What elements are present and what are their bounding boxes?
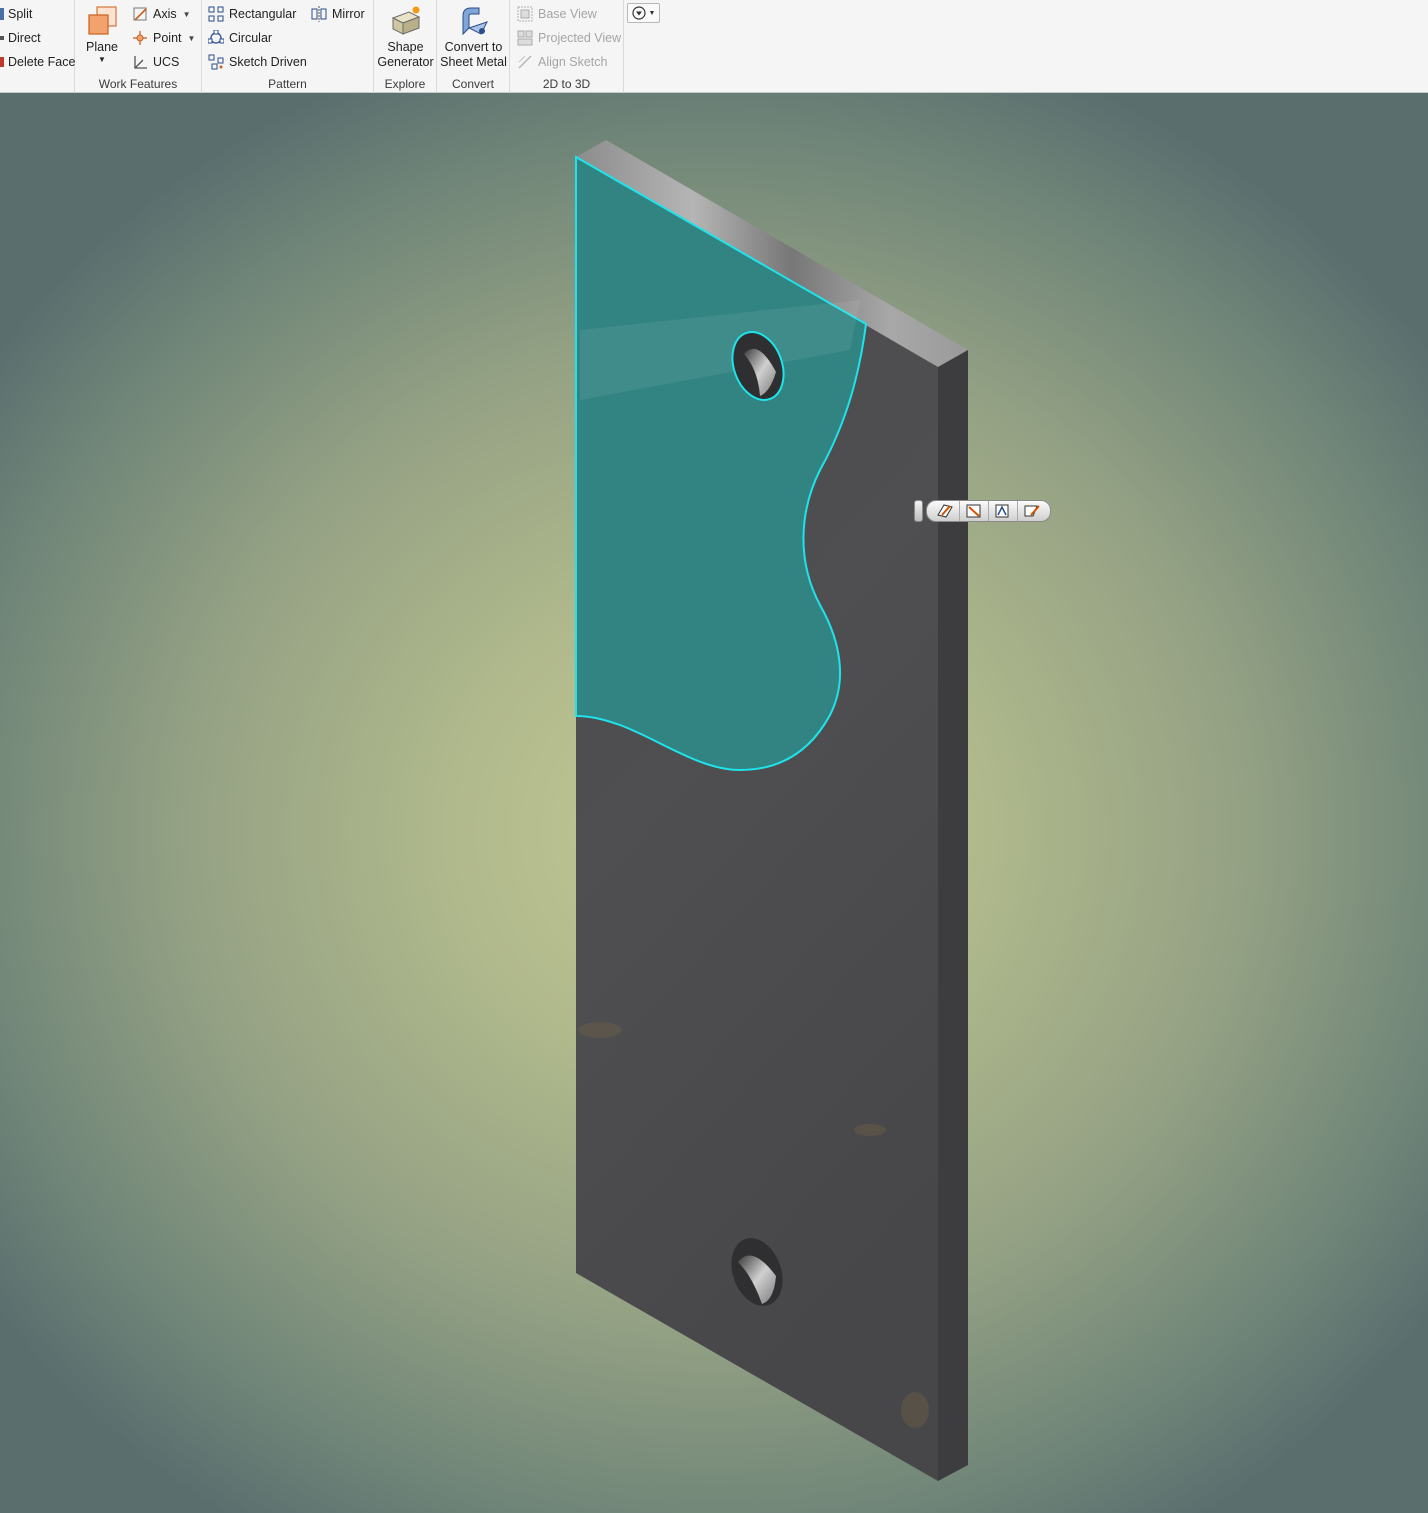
circle-chevron-down-icon: [631, 6, 646, 20]
selected-face-region[interactable]: [575, 155, 868, 772]
base-view-label: Base View: [538, 7, 597, 21]
split-icon: [0, 8, 4, 20]
plane-label: Plane: [86, 40, 118, 54]
align-sketch-label: Align Sketch: [538, 55, 608, 69]
chevron-down-icon: ▼: [648, 9, 656, 17]
convert-to-sheet-metal-button[interactable]: Convert to Sheet Metal: [439, 2, 508, 70]
edit-feature-icon: [995, 504, 1009, 518]
sketch-edit-button[interactable]: [1018, 501, 1046, 521]
panel-explore: Shape Generator Explore: [374, 0, 437, 93]
convert-label-line2: Sheet Metal: [440, 55, 507, 69]
panel-title-pattern: Pattern: [268, 77, 307, 91]
sketch-edit-icon: [1024, 505, 1040, 517]
panel-title-convert: Convert: [451, 77, 495, 91]
delete-face-button[interactable]: Delete Face: [0, 52, 75, 72]
circular-label: Circular: [229, 31, 273, 45]
mini-toolbar: [914, 500, 1051, 522]
convert-to-sheet-metal-icon: [457, 4, 491, 38]
circular-pattern-icon: [207, 29, 225, 46]
align-sketch-icon: [517, 54, 533, 70]
panel-modify: Split Direct Delete Face: [0, 0, 75, 93]
plane-icon: [85, 4, 119, 38]
point-label: Point: [153, 31, 182, 45]
ucs-icon: [132, 54, 148, 70]
point-button[interactable]: Point ▼: [132, 28, 195, 48]
axis-icon: [132, 6, 148, 22]
direct-label: Direct: [8, 31, 41, 45]
sketch-driven-pattern-button[interactable]: Sketch Driven: [208, 52, 307, 72]
shape-generator-button[interactable]: Shape Generator: [376, 2, 435, 70]
mirror-label: Mirror: [332, 7, 365, 21]
ucs-button[interactable]: UCS: [132, 52, 179, 72]
convert-label-line1: Convert to: [444, 40, 503, 54]
point-icon: [132, 30, 148, 46]
point-dropdown-icon[interactable]: ▼: [188, 34, 196, 43]
sketch-driven-label: Sketch Driven: [229, 55, 307, 69]
direct-button[interactable]: Direct: [0, 28, 41, 48]
split-button[interactable]: Split: [0, 4, 32, 24]
panel-title-work-features: Work Features: [98, 77, 178, 91]
surface-texture: [578, 1022, 622, 1038]
projected-view-label: Projected View: [538, 31, 622, 45]
panel-title-2d-to-3d: 2D to 3D: [542, 77, 591, 91]
plane-dropdown-icon[interactable]: ▼: [81, 55, 123, 65]
delete-face-icon: [0, 57, 4, 67]
axis-label: Axis: [153, 7, 177, 21]
plane-button[interactable]: Plane ▼: [81, 2, 123, 65]
delete-face-label: Delete Face: [8, 55, 76, 69]
create-sketch-button[interactable]: [960, 501, 989, 521]
graphics-viewport[interactable]: [0, 93, 1428, 1513]
circular-pattern-button[interactable]: Circular: [207, 28, 273, 48]
shape-generator-icon: [389, 4, 423, 38]
direct-icon: [0, 36, 4, 40]
axis-dropdown-icon[interactable]: ▼: [183, 10, 191, 19]
base-view-button[interactable]: Base View: [517, 4, 597, 24]
panel-work-features: Plane ▼ Axis ▼ Point ▼ UCS Work Features: [75, 0, 202, 93]
surface-texture: [901, 1392, 929, 1428]
align-sketch-button[interactable]: Align Sketch: [517, 52, 607, 72]
projected-view-icon: [517, 30, 533, 46]
sketch-driven-pattern-icon: [208, 54, 224, 70]
create-sketch-icon: [966, 504, 981, 518]
panel-2d-to-3d: Base View Projected View Align Sketch 2D…: [510, 0, 624, 93]
panel-convert: Convert to Sheet Metal Convert: [437, 0, 510, 93]
panel-title-explore: Explore: [384, 77, 426, 91]
axis-button[interactable]: Axis ▼: [132, 4, 191, 24]
rectangular-pattern-button[interactable]: Rectangular: [208, 4, 296, 24]
shape-generator-label-line2: Generator: [377, 55, 434, 69]
panel-overflow-dropdown[interactable]: ▼: [627, 3, 660, 23]
edit-feature-button[interactable]: [989, 501, 1018, 521]
ucs-label: UCS: [153, 55, 180, 69]
ribbon: Split Direct Delete Face Plane ▼ Axis ▼ …: [0, 0, 1428, 93]
base-view-icon: [517, 6, 533, 22]
part-model[interactable]: [0, 93, 1428, 1513]
panel-pattern: Rectangular Circular Sketch Driven Mirro…: [202, 0, 374, 93]
shape-generator-label-line1: Shape: [387, 40, 424, 54]
mirror-icon: [311, 6, 327, 22]
surface-texture: [854, 1124, 886, 1136]
mini-toolbar-grip[interactable]: [914, 500, 923, 522]
edit-sketch-button[interactable]: [931, 501, 960, 521]
edit-sketch-icon: [937, 504, 953, 518]
projected-view-button[interactable]: Projected View: [517, 28, 621, 48]
mirror-button[interactable]: Mirror: [311, 4, 365, 24]
rectangular-label: Rectangular: [229, 7, 297, 21]
split-label: Split: [8, 7, 33, 21]
rectangular-pattern-icon: [208, 6, 224, 22]
mini-toolbar-bar: [926, 500, 1051, 522]
